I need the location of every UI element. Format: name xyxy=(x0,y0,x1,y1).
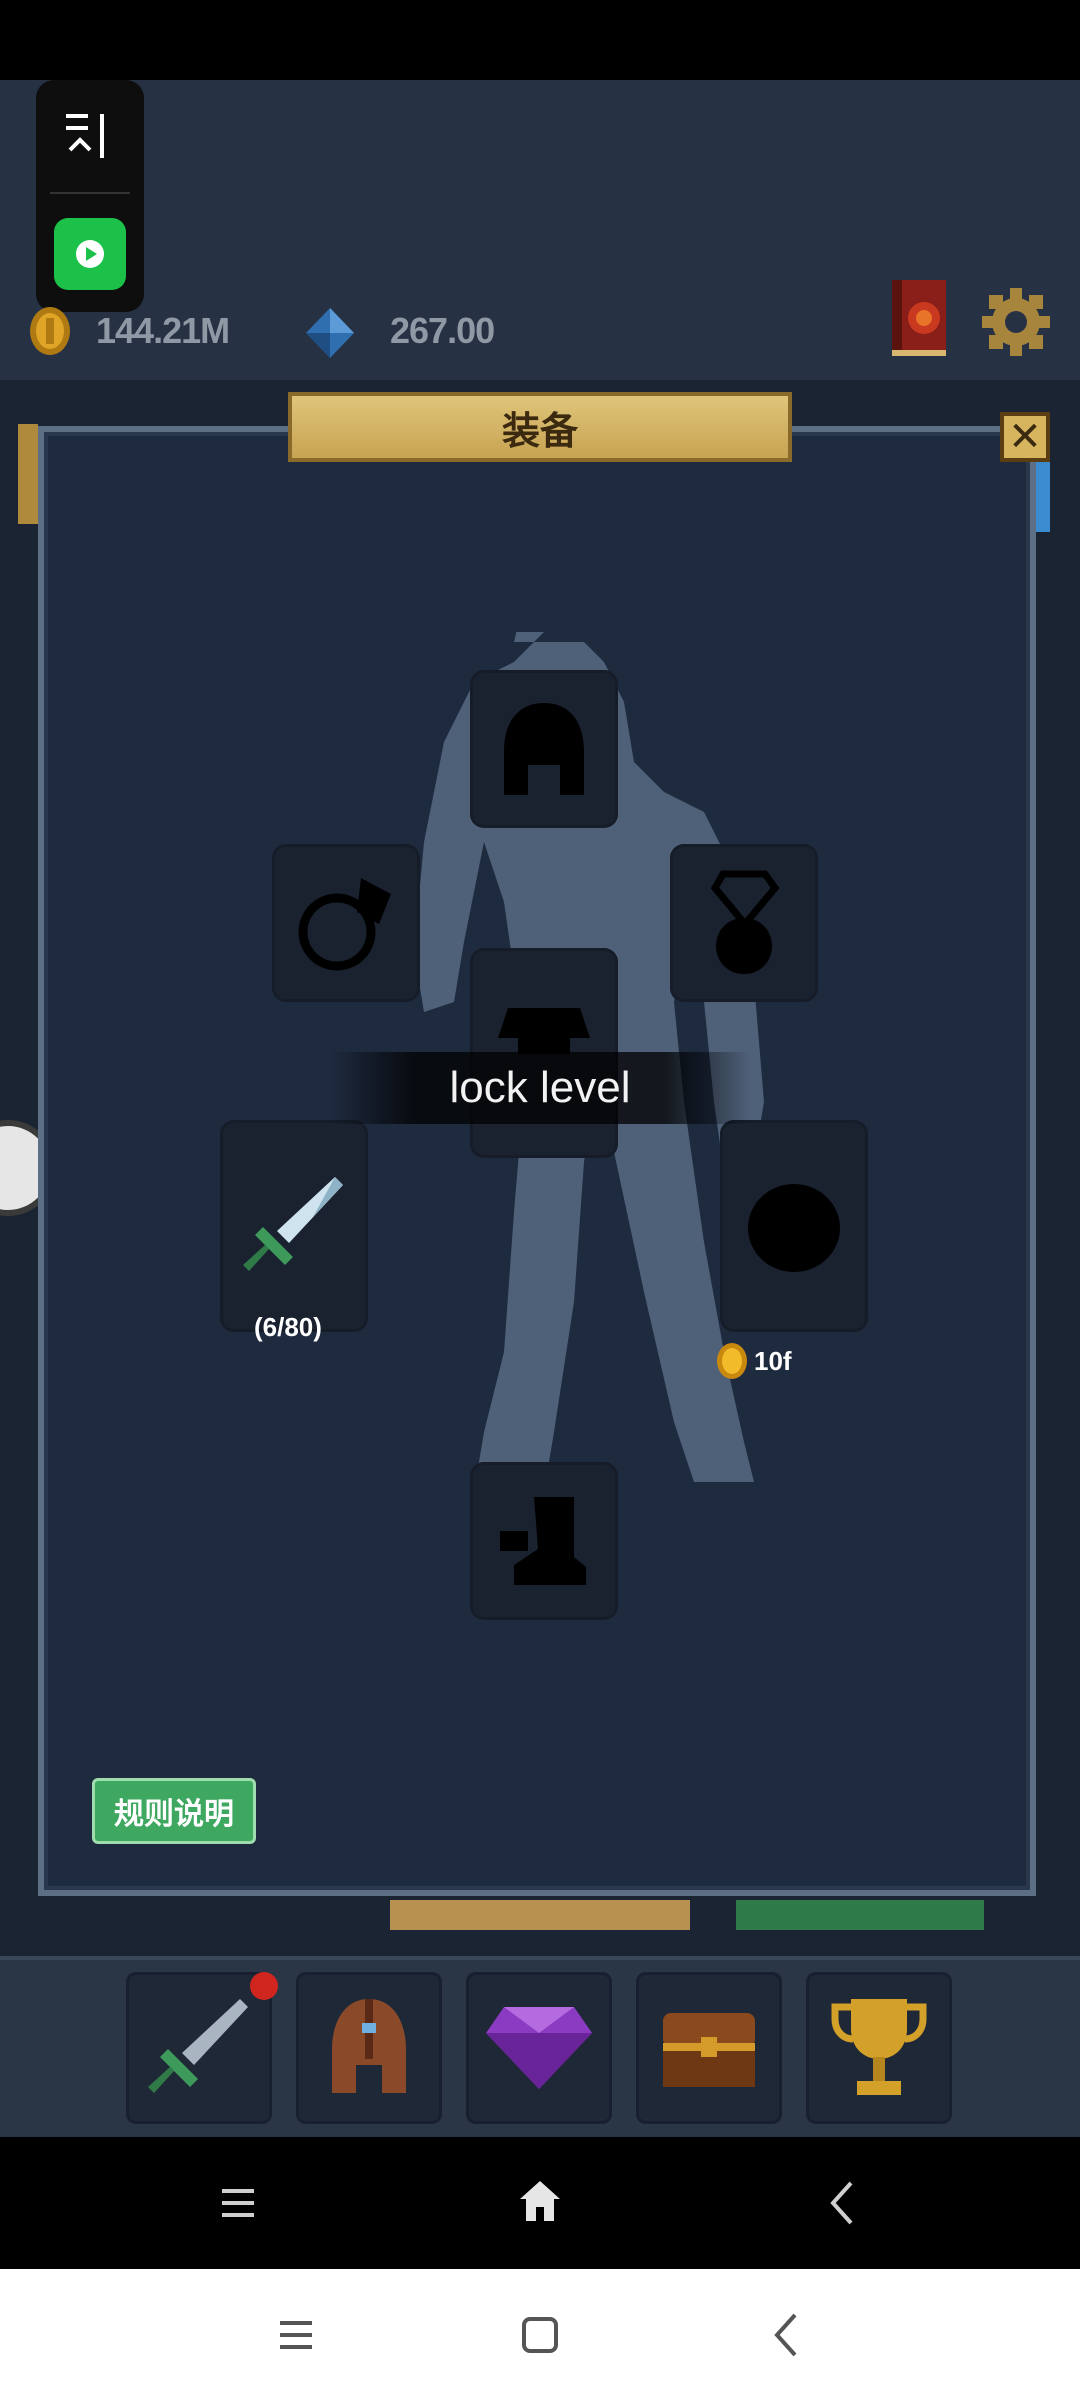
helmet-tab-icon xyxy=(332,1999,406,2093)
close-button[interactable]: ✕ xyxy=(1000,412,1050,462)
trophy-icon xyxy=(831,1999,927,2095)
amulet-silhouette-icon xyxy=(710,870,780,974)
rules-button[interactable]: 规则说明 xyxy=(92,1778,256,1844)
purple-gem-icon xyxy=(486,2007,592,2089)
equipment-panel: (6/80) 10f xyxy=(38,426,1036,1896)
armor-silhouette-icon xyxy=(498,1008,590,1054)
weapon-progress: (6/80) xyxy=(254,1312,322,1342)
boots-slot[interactable] xyxy=(470,1462,618,1620)
recents-menu-icon[interactable] xyxy=(270,2309,322,2361)
weapon-slot[interactable] xyxy=(220,1120,368,1332)
orb-silhouette-icon xyxy=(748,1184,840,1272)
tab-achievements[interactable] xyxy=(806,1972,952,2124)
status-bar xyxy=(0,0,1080,80)
sword-tab-icon xyxy=(148,1999,248,2093)
chest-icon xyxy=(663,2013,755,2087)
tab-weapons[interactable] xyxy=(126,1972,278,2124)
blue-gem-icon xyxy=(302,306,358,360)
toast-text: lock level xyxy=(449,1063,631,1112)
panel-title: 装备 xyxy=(288,392,792,462)
helmet-silhouette-icon xyxy=(504,703,584,795)
tab-gems[interactable] xyxy=(466,1972,612,2124)
spellbook-icon[interactable] xyxy=(888,276,950,360)
home-square-icon[interactable] xyxy=(514,2309,566,2361)
coin-icon xyxy=(716,1342,748,1380)
gem-amount: 267.00 xyxy=(390,310,495,351)
game-navigation-bar xyxy=(0,2137,1080,2269)
boots-silhouette-icon xyxy=(500,1497,586,1585)
system-back-icon[interactable] xyxy=(760,2307,812,2363)
ring-slot[interactable] xyxy=(272,844,420,1002)
collapse-icon[interactable] xyxy=(62,110,118,162)
settings-gear-icon[interactable] xyxy=(980,286,1052,358)
lock-level-toast: lock level xyxy=(330,1052,750,1124)
gold-coin-icon xyxy=(28,306,72,356)
helmet-slot[interactable] xyxy=(470,670,618,828)
accessory-slot[interactable] xyxy=(720,1120,868,1332)
home-icon[interactable] xyxy=(512,2173,568,2229)
accessory-cost: 10f xyxy=(754,1346,792,1376)
notification-dot xyxy=(250,1972,278,2000)
back-icon[interactable] xyxy=(816,2175,868,2231)
amulet-slot[interactable] xyxy=(670,844,818,1002)
floating-toolbar[interactable] xyxy=(36,80,144,312)
tab-chests[interactable] xyxy=(636,1972,782,2124)
tab-armor[interactable] xyxy=(296,1972,442,2124)
menu-icon[interactable] xyxy=(212,2177,264,2229)
play-store-icon[interactable] xyxy=(54,218,126,290)
gold-amount: 144.21M xyxy=(96,310,230,351)
ring-silhouette-icon xyxy=(298,878,391,971)
system-navigation-bar xyxy=(0,2269,1080,2400)
sword-icon xyxy=(243,1177,343,1271)
